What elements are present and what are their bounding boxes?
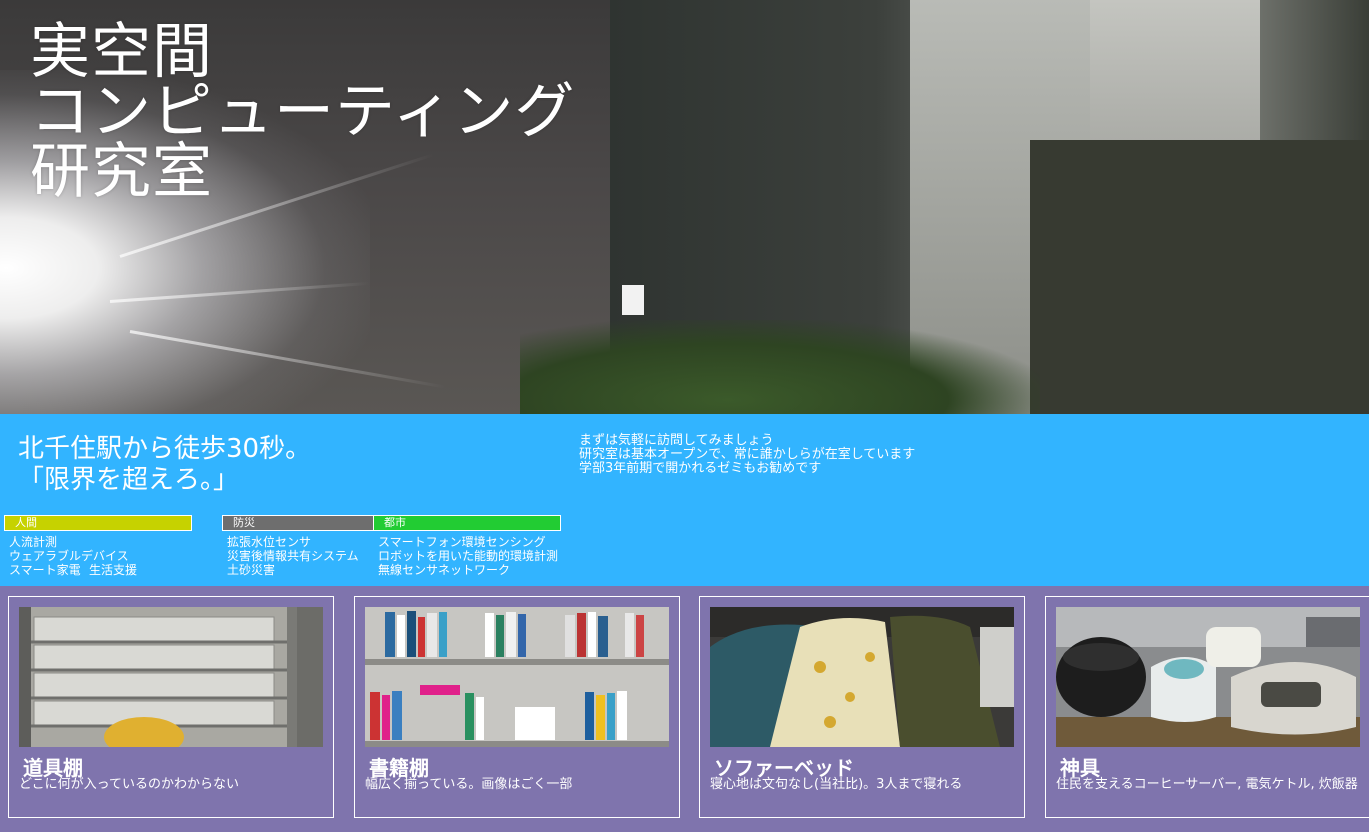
facility-card[interactable]: 神具 住民を支えるコーヒーサーバー, 電気ケトル, 炊飯器 [1045,596,1369,818]
card-description: 住民を支えるコーヒーサーバー, 電気ケトル, 炊飯器 [1056,777,1358,792]
building-dark-wing [1030,140,1369,414]
category-item[interactable]: スマートフォン環境センシング [378,535,561,549]
category-city: 都市 スマートフォン環境センシング ロボットを用いた能動的環境計測 無線センサネ… [373,515,561,577]
visit-note: 学部3年前期で開かれるゼミもお勧めです [579,461,822,476]
facility-cards: 道具棚 どこに何が入っているのかわからない 書籍棚 幅広く揃っている。画像はごく… [0,586,1369,832]
category-item[interactable]: 人流計測 [9,535,89,549]
sleeping-bag-photo [710,607,1014,747]
facility-card[interactable]: ソファーベッド 寝心地は文句なし(当社比)。3人まで寝れる [699,596,1025,818]
card-description: 幅広く揃っている。画像はごく一部 [365,777,573,792]
trees [520,320,1040,414]
lab-title-line: 研究室 [30,137,213,207]
appliances-photo [1056,607,1360,747]
facility-card[interactable]: 道具棚 どこに何が入っているのかわからない [8,596,334,818]
lab-title: 実空間 コンピューティング 研究室 [30,22,575,202]
category-human: 人間 人流計測 ウェアラブルデバイス スマート家電 生活支援 [4,515,192,577]
visit-notes: まずは気軽に訪問してみましょう 研究室は基本オープンで、常に誰かしらが在室してい… [579,434,915,476]
tagline: 北千住駅から徒歩30秒。 「限界を超えろ。」 [18,434,311,496]
intro-section: 北千住駅から徒歩30秒。 「限界を超えろ。」 まずは気軽に訪問してみましょう 研… [0,414,1369,586]
category-city-label[interactable]: 都市 [373,515,561,531]
category-human-items: 人流計測 ウェアラブルデバイス スマート家電 生活支援 [4,535,192,577]
lab-title-line: コンピューティング [30,77,576,147]
tagline-line: 北千住駅から徒歩30秒。 [18,434,312,464]
category-item[interactable]: 生活支援 [89,563,137,577]
lab-title-line: 実空間 [30,17,213,87]
card-description: どこに何が入っているのかわからない [19,777,239,792]
lit-window [622,285,644,315]
category-human-label[interactable]: 人間 [4,515,192,531]
shelf-photo [19,607,323,747]
visit-note: まずは気軽に訪問してみましょう [579,433,774,448]
bookshelf-photo [365,607,669,747]
category-item[interactable]: ウェアラブルデバイス [9,549,129,563]
hero-banner: 実空間 コンピューティング 研究室 [0,0,1369,414]
card-description: 寝心地は文句なし(当社比)。3人まで寝れる [710,777,963,792]
tagline-line: 「限界を超えろ。」 [18,465,240,495]
category-item[interactable]: スマート家電 [9,563,89,577]
category-city-items: スマートフォン環境センシング ロボットを用いた能動的環境計測 無線センサネットワ… [373,535,561,577]
visit-note: 研究室は基本オープンで、常に誰かしらが在室しています [579,447,916,462]
facility-card[interactable]: 書籍棚 幅広く揃っている。画像はごく一部 [354,596,680,818]
category-item[interactable]: 無線センサネットワーク [378,563,561,577]
category-item[interactable]: ロボットを用いた能動的環境計測 [378,549,561,563]
